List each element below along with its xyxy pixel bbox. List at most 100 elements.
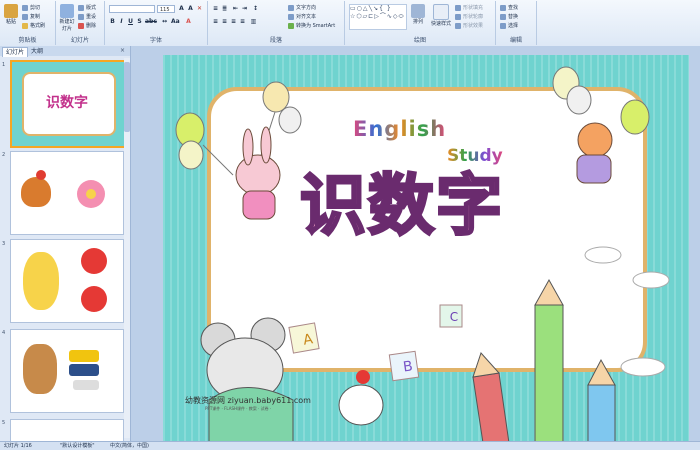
decrease-indent-button[interactable]: ⇤ (232, 5, 239, 12)
align-text-label: 对齐文本 (296, 14, 317, 20)
clipboard-group-label: 剪贴板 (18, 37, 37, 44)
paste-button[interactable]: 粘贴 (3, 4, 19, 25)
font-group: 115 A A ✕ B I U S abc ↔ Aa A 字体 (105, 1, 208, 45)
layout-button[interactable]: 版式 (78, 4, 96, 11)
smartart-button[interactable]: 转换为 SmartArt (288, 22, 335, 29)
find-button[interactable]: 查找 (500, 4, 518, 11)
layout-label: 版式 (86, 5, 97, 11)
editing-group-label: 编辑 (509, 37, 522, 44)
slide-thumbnail-1[interactable]: 识数字 (10, 60, 126, 148)
select-button[interactable]: 选择 (500, 22, 518, 29)
smartart-icon (288, 22, 294, 29)
fill-icon (455, 4, 461, 11)
reset-icon (78, 13, 84, 20)
cloud-icon (584, 246, 622, 264)
rooster-comb (36, 170, 46, 180)
align-center-button[interactable]: ≡ (221, 18, 228, 25)
copy-label: 复制 (30, 14, 41, 20)
columns-button[interactable]: ▥ (250, 18, 257, 25)
font-group-label: 字体 (149, 37, 162, 44)
clear-format-button[interactable]: ✕ (196, 5, 203, 12)
replace-button[interactable]: 替换 (500, 13, 518, 20)
duck-image (23, 252, 59, 310)
ribbon: 粘贴 剪切 复制 格式刷 剪贴板 新建幻灯片 版式 重设 删除 幻灯片 115 … (0, 0, 700, 47)
char-spacing-button[interactable]: ↔ (161, 18, 168, 25)
change-case-button[interactable]: Aa (171, 18, 180, 25)
slide-thumbnail-5[interactable] (10, 419, 124, 443)
shadow-button[interactable]: S (136, 18, 143, 25)
bullets-button[interactable]: ≡ (212, 5, 219, 12)
delete-label: 删除 (86, 23, 97, 29)
slide-number: 2 (2, 152, 6, 158)
shrink-font-button[interactable]: A (187, 5, 194, 12)
flower-center (86, 189, 96, 199)
quick-styles-button[interactable]: 快速样式 (429, 4, 453, 27)
underline-button[interactable]: U (127, 18, 134, 25)
grow-font-button[interactable]: A (178, 5, 185, 12)
slide-thumbnail-4[interactable] (10, 329, 124, 413)
balloon-icon (620, 99, 650, 135)
panel-tabs: 幻灯片 大纲 × (0, 46, 130, 57)
outline-icon (455, 13, 461, 20)
watermark-text: 幼教资源网 ziyuan.baby611.com (185, 396, 311, 405)
apple-image (81, 286, 107, 312)
reset-button[interactable]: 重设 (78, 13, 96, 20)
tab-outline[interactable]: 大纲 (28, 47, 46, 56)
cloud-icon (632, 271, 670, 289)
slide-title[interactable]: 识数字 (299, 168, 504, 243)
slides-group: 新建幻灯片 版式 重设 删除 幻灯片 (56, 1, 105, 45)
rooster-image (21, 177, 51, 207)
close-icon[interactable]: × (120, 47, 125, 54)
slide-number: 3 (2, 241, 6, 247)
copy-button[interactable]: 复制 (22, 13, 40, 20)
shape-outline-button[interactable]: 形状轮廓 (455, 13, 483, 20)
increase-indent-button[interactable]: ⇥ (241, 5, 248, 12)
brush-icon (22, 22, 28, 29)
towel-image (69, 364, 99, 376)
shape-outline-label: 形状轮廓 (463, 14, 484, 20)
align-text-button[interactable]: 对齐文本 (288, 13, 316, 20)
slide-art (175, 66, 670, 443)
text-direction-button[interactable]: 文字方向 (288, 4, 316, 11)
new-slide-button[interactable]: 新建幻灯片 (58, 4, 76, 32)
align-right-button[interactable]: ≡ (230, 18, 237, 25)
shape-fill-button[interactable]: 形状填充 (455, 4, 483, 11)
balloon-icon (278, 106, 302, 134)
thumbnail-scrollbar-thumb[interactable] (124, 62, 130, 132)
tab-slides[interactable]: 幻灯片 (2, 47, 29, 57)
slide-thumbnail-2[interactable] (10, 151, 124, 235)
font-size-select[interactable]: 115 (157, 5, 175, 13)
pencil-image (472, 372, 510, 443)
numbering-button[interactable]: ≣ (221, 5, 228, 12)
text-direction-icon (288, 4, 294, 11)
towel-image (73, 380, 99, 390)
smartart-label: 转换为 SmartArt (296, 23, 336, 29)
new-slide-icon (60, 4, 74, 18)
paste-icon (4, 4, 18, 18)
quick-styles-label: 快速样式 (430, 21, 451, 27)
shape-effects-button[interactable]: 形状效果 (455, 22, 483, 29)
bold-button[interactable]: B (109, 18, 116, 25)
slide-thumbnail-3[interactable] (10, 239, 124, 323)
replace-icon (500, 13, 506, 20)
italic-button[interactable]: I (118, 18, 125, 25)
align-left-button[interactable]: ≡ (212, 18, 219, 25)
balloon-icon (262, 81, 290, 113)
cut-button[interactable]: 剪切 (22, 4, 40, 11)
delete-button[interactable]: 删除 (78, 22, 96, 29)
arrange-icon (411, 4, 425, 18)
line-spacing-button[interactable]: ↕ (252, 5, 259, 12)
shapes-gallery[interactable]: ▭○△╲↘{ }☆⬡▱⊏▷⌒∿◇⬭ (349, 4, 407, 30)
slides-group-label: 幻灯片 (70, 37, 89, 44)
paragraph-group-label: 段落 (269, 37, 282, 44)
justify-button[interactable]: ≡ (239, 18, 246, 25)
slide-number: 4 (2, 330, 6, 336)
align-text-icon (288, 13, 294, 20)
format-painter-button[interactable]: 格式刷 (22, 22, 45, 29)
strikethrough-button[interactable]: abc (145, 18, 157, 25)
font-color-button[interactable]: A (185, 18, 192, 25)
arrange-label: 排列 (412, 19, 423, 25)
arrange-button[interactable]: 排列 (409, 4, 427, 25)
font-name-select[interactable] (109, 5, 155, 13)
cloud-icon (620, 357, 666, 377)
